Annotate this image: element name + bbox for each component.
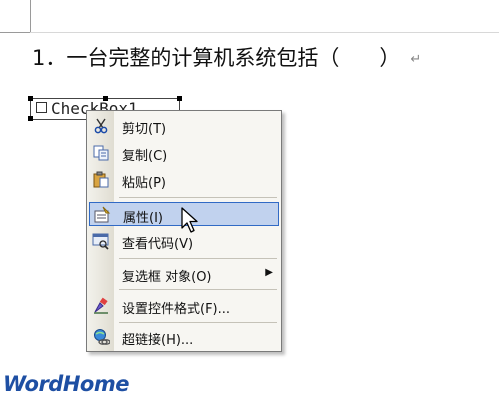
menu-item-checkbox-object[interactable]: 复选框 对象(O) ▶ bbox=[89, 262, 279, 286]
margin-corner-mark-vertical bbox=[30, 0, 31, 33]
resize-handle-top-center[interactable] bbox=[103, 96, 108, 101]
scissors-icon bbox=[92, 117, 110, 135]
question-text: 一台完整的计算机系统包括（ bbox=[66, 46, 340, 70]
page-top-edge bbox=[30, 32, 499, 33]
menu-separator bbox=[119, 258, 277, 259]
menu-separator bbox=[119, 322, 277, 323]
watermark-logo: WordHome bbox=[3, 372, 129, 396]
resize-handle-top-left[interactable] bbox=[28, 96, 33, 101]
menu-item-hyperlink[interactable]: 超链接(H)... bbox=[89, 325, 279, 349]
paragraph-mark: ↵ bbox=[410, 52, 422, 67]
format-control-icon bbox=[92, 297, 110, 315]
margin-corner-mark bbox=[0, 32, 30, 33]
question-line[interactable]: 1．一台完整的计算机系统包括（ ） ↵ bbox=[32, 42, 421, 72]
menu-item-paste[interactable]: 粘贴(P) bbox=[89, 168, 279, 192]
copy-icon bbox=[92, 144, 110, 162]
menu-separator bbox=[119, 197, 277, 198]
menu-item-format-control[interactable]: 设置控件格式(F)... bbox=[89, 294, 279, 318]
submenu-arrow-icon: ▶ bbox=[265, 267, 273, 278]
view-code-icon bbox=[92, 232, 110, 250]
menu-item-copy[interactable]: 复制(C) bbox=[89, 141, 279, 165]
question-end: ） bbox=[379, 46, 401, 70]
properties-icon bbox=[93, 206, 111, 224]
resize-handle-top-right[interactable] bbox=[177, 96, 182, 101]
mouse-pointer-icon bbox=[180, 206, 202, 236]
resize-handle-bottom-left[interactable] bbox=[28, 116, 33, 121]
menu-separator bbox=[119, 289, 277, 290]
menu-item-cut[interactable]: 剪切(T) bbox=[89, 114, 279, 138]
checkbox-square-icon bbox=[36, 102, 47, 113]
paste-icon bbox=[92, 171, 110, 189]
hyperlink-icon bbox=[92, 328, 110, 346]
question-number: 1． bbox=[32, 46, 67, 70]
